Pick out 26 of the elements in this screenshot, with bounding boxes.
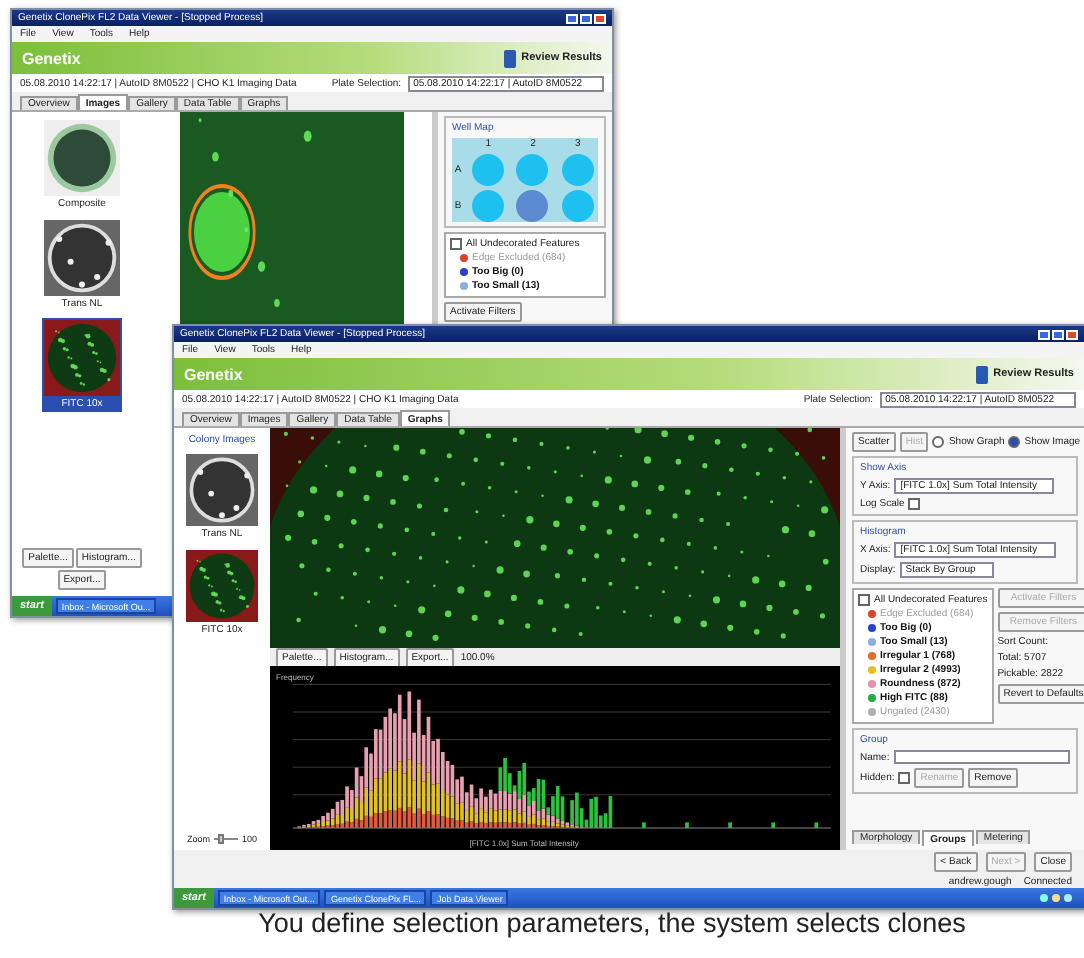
composite-thumbnail[interactable] [44,120,120,196]
name-field[interactable] [893,750,1070,764]
minimize-button[interactable] [1038,329,1050,339]
checkbox[interactable] [858,594,870,606]
clipboard-icon [503,49,516,67]
system-tray-icon [1038,892,1078,904]
close-button[interactable] [594,13,606,23]
caption: You define selection parameters, the system selects clones [258,908,966,938]
brand-logo: Genetix [22,49,81,67]
checkbox[interactable] [450,238,462,250]
maximize-button[interactable] [580,13,592,23]
checkbox[interactable] [898,772,911,784]
radio-button[interactable] [932,436,945,448]
selection-ring [188,184,256,280]
clipboard-icon [975,365,988,383]
fluorescence-thumbnail[interactable] [44,320,120,396]
brand-logo: Genetix [184,365,243,383]
zoom-slider[interactable] [214,834,238,844]
close-button[interactable] [1066,329,1078,339]
brightfield-thumbnail[interactable] [44,220,120,296]
maximize-button[interactable] [1052,329,1064,339]
checkbox[interactable] [908,498,921,510]
brightfield-thumbnail[interactable] [186,454,258,526]
fluorescence-thumbnail[interactable] [186,550,258,622]
minimize-button[interactable] [566,13,578,23]
radio-button[interactable] [1008,436,1021,448]
